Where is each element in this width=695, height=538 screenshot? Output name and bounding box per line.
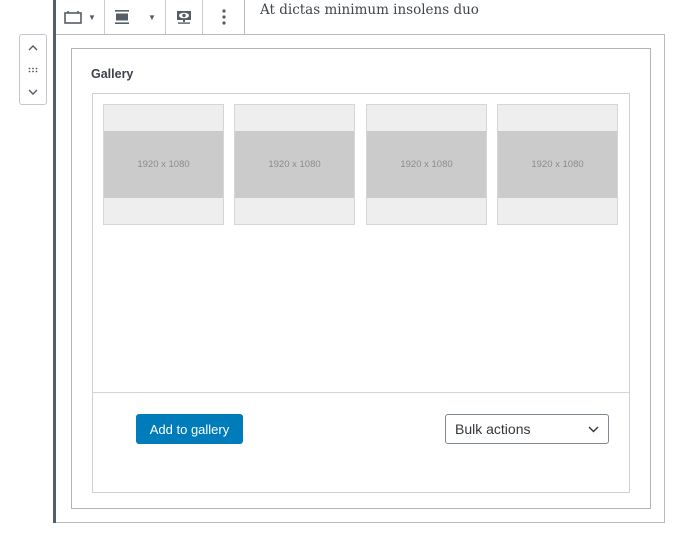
image-placeholder-label: 1920 x 1080 — [367, 131, 486, 198]
preview-button[interactable] — [166, 0, 203, 34]
alignment-button[interactable]: ▼ — [105, 0, 166, 34]
more-options-button[interactable] — [203, 0, 244, 34]
gallery-image[interactable]: 1920 x 1080 — [366, 104, 487, 225]
paragraph-block-text[interactable]: At dictas minimum insolens duo — [260, 2, 479, 18]
image-placeholder-label: 1920 x 1080 — [235, 131, 354, 198]
image-placeholder-label: 1920 x 1080 — [498, 131, 617, 198]
block-toolbar: ▼ ▼ — [56, 0, 245, 35]
dropdown-caret-icon: ▼ — [88, 12, 96, 22]
gallery-image[interactable]: 1920 x 1080 — [234, 104, 355, 225]
gallery-image[interactable]: 1920 x 1080 — [103, 104, 224, 225]
drag-handle[interactable] — [20, 59, 46, 81]
chevron-up-icon — [28, 45, 38, 51]
more-vertical-icon — [221, 9, 226, 25]
drag-handle-icon — [28, 67, 38, 73]
preview-eye-icon — [177, 11, 191, 24]
chevron-down-icon — [28, 89, 38, 95]
dropdown-caret-icon: ▼ — [148, 12, 156, 22]
block-type-button[interactable]: ▼ — [56, 0, 105, 34]
image-placeholder-label: 1920 x 1080 — [104, 131, 223, 198]
move-down-button[interactable] — [20, 81, 46, 103]
align-center-icon — [115, 10, 130, 24]
gallery-image[interactable]: 1920 x 1080 — [497, 104, 618, 225]
chevron-down-icon — [588, 426, 599, 432]
add-to-gallery-button[interactable]: Add to gallery — [136, 414, 243, 444]
gallery-title: Gallery — [91, 67, 134, 81]
gallery-icon — [64, 11, 82, 24]
bulk-actions-select[interactable]: Bulk actions — [445, 414, 609, 444]
move-up-button[interactable] — [20, 37, 46, 59]
gallery-footer-divider — [93, 392, 629, 393]
bulk-actions-value: Bulk actions — [455, 421, 531, 437]
block-mover — [19, 34, 47, 105]
